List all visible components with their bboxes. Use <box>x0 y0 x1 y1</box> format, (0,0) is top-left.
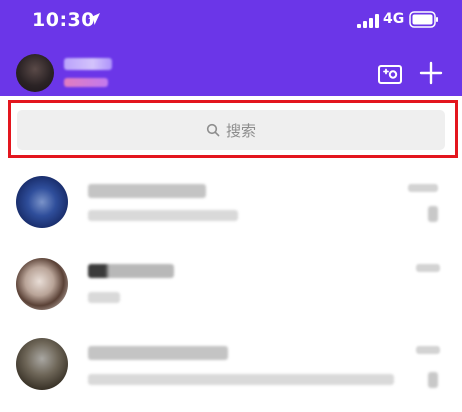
chat-name <box>88 346 228 360</box>
search-bar[interactable]: 搜索 <box>17 110 445 150</box>
plus-icon[interactable] <box>418 60 444 86</box>
video-camera-plus-icon[interactable] <box>376 60 404 88</box>
chat-preview <box>88 210 238 221</box>
chat-avatar <box>16 176 68 228</box>
status-bar: 10:30 4G <box>0 0 462 44</box>
search-bar-content: 搜索 <box>17 110 445 150</box>
my-avatar[interactable] <box>16 54 54 92</box>
chat-preview <box>88 374 394 385</box>
chat-avatar <box>16 338 68 390</box>
my-status[interactable] <box>64 78 108 87</box>
mute-icon <box>428 372 438 388</box>
chat-avatar <box>16 258 68 310</box>
carrier-label: 4G <box>383 11 405 27</box>
chat-time <box>416 264 440 272</box>
chat-list-item[interactable] <box>0 328 462 404</box>
chat-name <box>88 184 206 198</box>
header: 10:30 4G <box>0 0 462 96</box>
mute-icon <box>428 206 438 222</box>
battery-icon <box>409 11 438 28</box>
chat-time <box>408 184 438 192</box>
screen: 10:30 4G 搜索 <box>0 0 462 412</box>
chat-list-item[interactable] <box>0 166 462 242</box>
my-name[interactable] <box>64 58 112 70</box>
search-placeholder: 搜索 <box>225 121 256 140</box>
location-arrow-icon <box>88 13 100 25</box>
search-icon <box>206 123 220 137</box>
chat-name <box>88 264 174 278</box>
chat-list-item[interactable] <box>0 248 462 324</box>
chat-preview <box>88 292 120 303</box>
chat-time <box>416 346 440 354</box>
signal-icon <box>357 14 379 28</box>
